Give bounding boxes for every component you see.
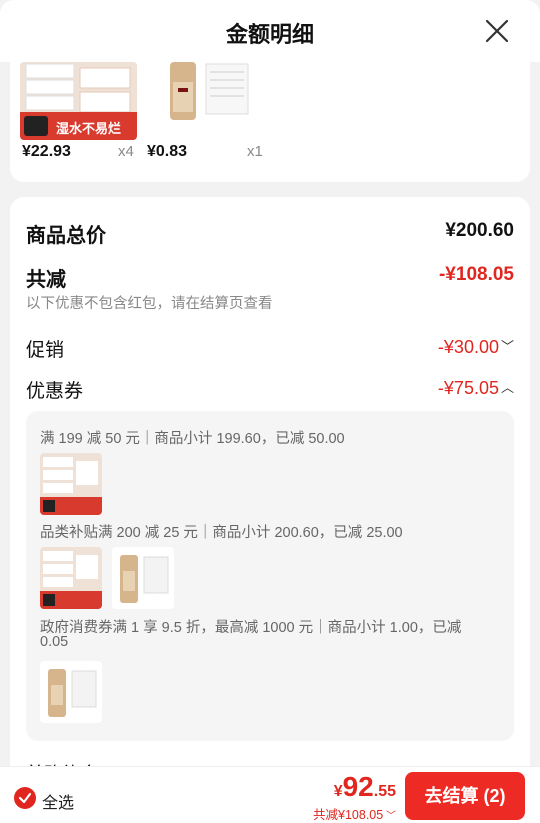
reduce-label: 共减 bbox=[26, 269, 66, 291]
checkout-button[interactable]: 去结算 (2) bbox=[405, 772, 525, 820]
product-qty: x4 bbox=[118, 143, 134, 160]
modal-header: 金额明细 bbox=[0, 0, 540, 62]
chevron-down-icon: ﹀ bbox=[383, 811, 396, 822]
amount-integer: 92 bbox=[342, 771, 374, 802]
reduce-value: -¥108.05 bbox=[438, 264, 514, 285]
coupon-product-thumb bbox=[40, 453, 102, 515]
modal-title: 金额明细 bbox=[225, 22, 314, 47]
coupon-row-toggle[interactable]: -¥75.05 ︿ bbox=[438, 377, 514, 399]
product-price: ¥0.83 bbox=[147, 143, 188, 160]
product-qty: x1 bbox=[247, 143, 263, 160]
coupon-label: 优惠券 bbox=[26, 381, 84, 402]
total-label: 商品总价 bbox=[26, 225, 106, 247]
total-value: ¥200.60 bbox=[445, 220, 514, 241]
check-icon bbox=[18, 792, 32, 804]
coupon-detail-box: 满 199 减 50 元｜商品小计 199.60，已减 50.00 品类补贴满 … bbox=[26, 411, 514, 741]
coupon-line-cont: 0.05 bbox=[40, 634, 69, 650]
checkout-bar: 全选 ¥92.55 共减¥108.05 ﹀ 去结算 (2) bbox=[0, 766, 540, 823]
coupon-line: 品类补贴满 200 减 25 元｜商品小计 200.60，已减 25.00 bbox=[40, 525, 403, 541]
amount-summary-card: 商品总价 ¥200.60 共减 -¥108.05 以下优惠不包含红包，请在结算页… bbox=[10, 197, 530, 823]
promo-label: 促销 bbox=[26, 340, 65, 361]
amount-decimal: .55 bbox=[373, 783, 396, 800]
coupon-product-thumb bbox=[40, 661, 102, 723]
coupon-product-thumb bbox=[112, 547, 174, 609]
select-all-label[interactable]: 全选 bbox=[42, 789, 74, 813]
coupon-value: -¥75.05 bbox=[437, 378, 499, 398]
reduce-summary: 共减¥108.05 bbox=[313, 808, 384, 822]
product-price: ¥22.93 bbox=[22, 143, 71, 160]
coupon-line: 政府消费券满 1 享 9.5 折，最高减 1000 元｜商品小计 1.00，已减 bbox=[40, 620, 462, 636]
chevron-down-icon: ﹀ bbox=[500, 339, 514, 354]
coupon-product-thumb bbox=[40, 547, 102, 609]
promo-value: -¥30.00 bbox=[437, 337, 499, 357]
promo-row-toggle[interactable]: -¥30.00 ﹀ bbox=[438, 336, 514, 358]
tissue-product-image[interactable]: 湿水不易烂 bbox=[20, 62, 137, 140]
coupon-line: 满 199 减 50 元｜商品小计 199.60，已减 50.00 bbox=[40, 431, 345, 447]
reduce-summary-toggle[interactable]: 共减¥108.05 ﹀ bbox=[313, 804, 396, 823]
currency-symbol: ¥ bbox=[333, 783, 343, 800]
product-list-card: 湿水不易烂 ¥22.93 x4 ¥0.83 x1 bbox=[10, 62, 530, 182]
total-payable: ¥92.55 bbox=[334, 771, 396, 803]
shampoo-product-image[interactable] bbox=[156, 62, 254, 126]
close-icon[interactable] bbox=[484, 18, 510, 44]
discount-note: 以下优惠不包含红包，请在结算页查看 bbox=[26, 296, 273, 312]
chevron-up-icon: ︿ bbox=[500, 380, 514, 395]
select-all-checkbox[interactable] bbox=[14, 787, 36, 809]
product-banner-text: 湿水不易烂 bbox=[56, 121, 122, 136]
